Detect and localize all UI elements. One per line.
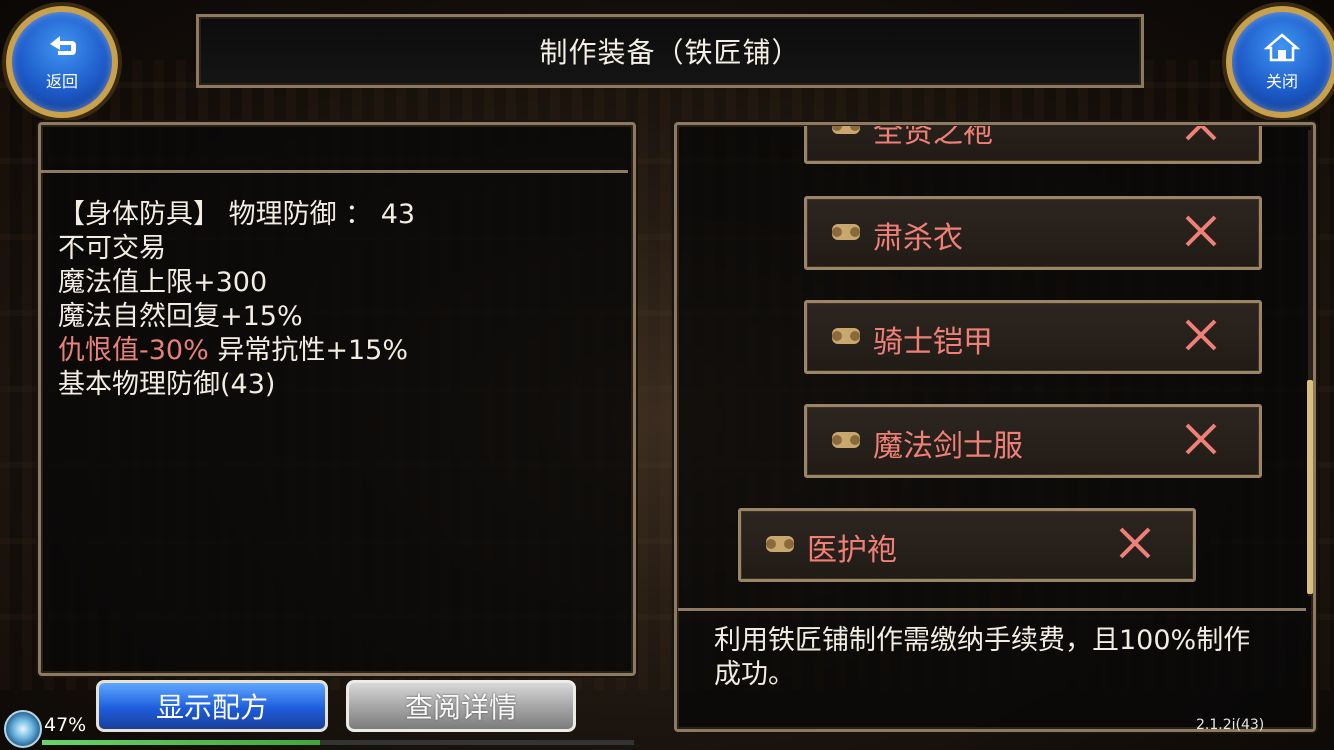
unavailable-x-icon (1185, 423, 1217, 455)
stat-line-hate-resist: 仇恨值-30% 异常抗性+15% (58, 334, 415, 368)
view-details-button[interactable]: 查阅详情 (346, 680, 576, 732)
back-button[interactable]: 返回 (6, 6, 118, 118)
recipe-list[interactable]: 全贤之袍 肃杀衣 骑士铠甲 魔法剑士服 医护袍 (678, 126, 1306, 606)
unavailable-x-icon (1185, 126, 1217, 141)
description-text: 利用铁匠铺制作需缴纳手续费，且100%制作成功。 (714, 625, 1251, 690)
scroll-icon (832, 432, 860, 448)
stat-line-mp-max: 魔法值上限+300 (58, 267, 268, 298)
status-orb-icon (4, 710, 42, 748)
version-label: 2.1.2i(43) (1196, 717, 1265, 733)
recipe-item[interactable]: 肃杀衣 (804, 196, 1262, 270)
stat-line-untradeable: 不可交易 (58, 233, 166, 264)
divider (40, 170, 628, 173)
stat-line-type-defense: 【身体防具】 物理防御 ： 43 (58, 199, 416, 230)
stat-hate: 仇恨值-30% (58, 335, 209, 366)
scroll-icon (832, 328, 860, 344)
progress-percent: 47% (44, 714, 87, 736)
item-stats: 【身体防具】 物理防御 ： 43 不可交易 魔法值上限+300 魔法自然回复+1… (58, 198, 415, 402)
recipe-name: 骑士铠甲 (873, 325, 993, 360)
close-label: 关闭 (1265, 72, 1298, 91)
back-arrow-icon (44, 32, 80, 66)
divider (678, 608, 1306, 611)
recipe-name: 全贤之袍 (873, 126, 993, 150)
stat-line-mp-regen: 魔法自然回复+15% (58, 301, 303, 332)
close-button[interactable]: 关闭 (1226, 6, 1334, 118)
unavailable-x-icon (1119, 527, 1151, 559)
page-title: 制作装备（铁匠铺） (539, 36, 801, 69)
scroll-icon (766, 536, 794, 552)
stat-line-base-defense: 基本物理防御(43) (58, 369, 276, 400)
home-icon (1263, 32, 1301, 66)
recipe-name: 肃杀衣 (873, 221, 963, 256)
recipe-item[interactable]: 骑士铠甲 (804, 300, 1262, 374)
back-label: 返回 (45, 72, 78, 91)
scroll-icon (832, 126, 860, 134)
recipe-item[interactable]: 全贤之袍 (804, 126, 1262, 164)
scroll-icon (832, 224, 860, 240)
unavailable-x-icon (1185, 319, 1217, 351)
title-bar: 制作装备（铁匠铺） (196, 14, 1144, 88)
recipe-item-selected[interactable]: 医护袍 (738, 508, 1196, 582)
unavailable-x-icon (1185, 215, 1217, 247)
stat-resist: 异常抗性+15% (208, 335, 408, 366)
show-recipe-button[interactable]: 显示配方 (96, 680, 328, 732)
recipe-name: 医护袍 (807, 533, 897, 568)
progress-bar-fill (42, 740, 321, 745)
recipe-item[interactable]: 魔法剑士服 (804, 404, 1262, 478)
recipe-name: 魔法剑士服 (873, 429, 1023, 464)
list-scrollbar-thumb[interactable] (1307, 380, 1313, 594)
